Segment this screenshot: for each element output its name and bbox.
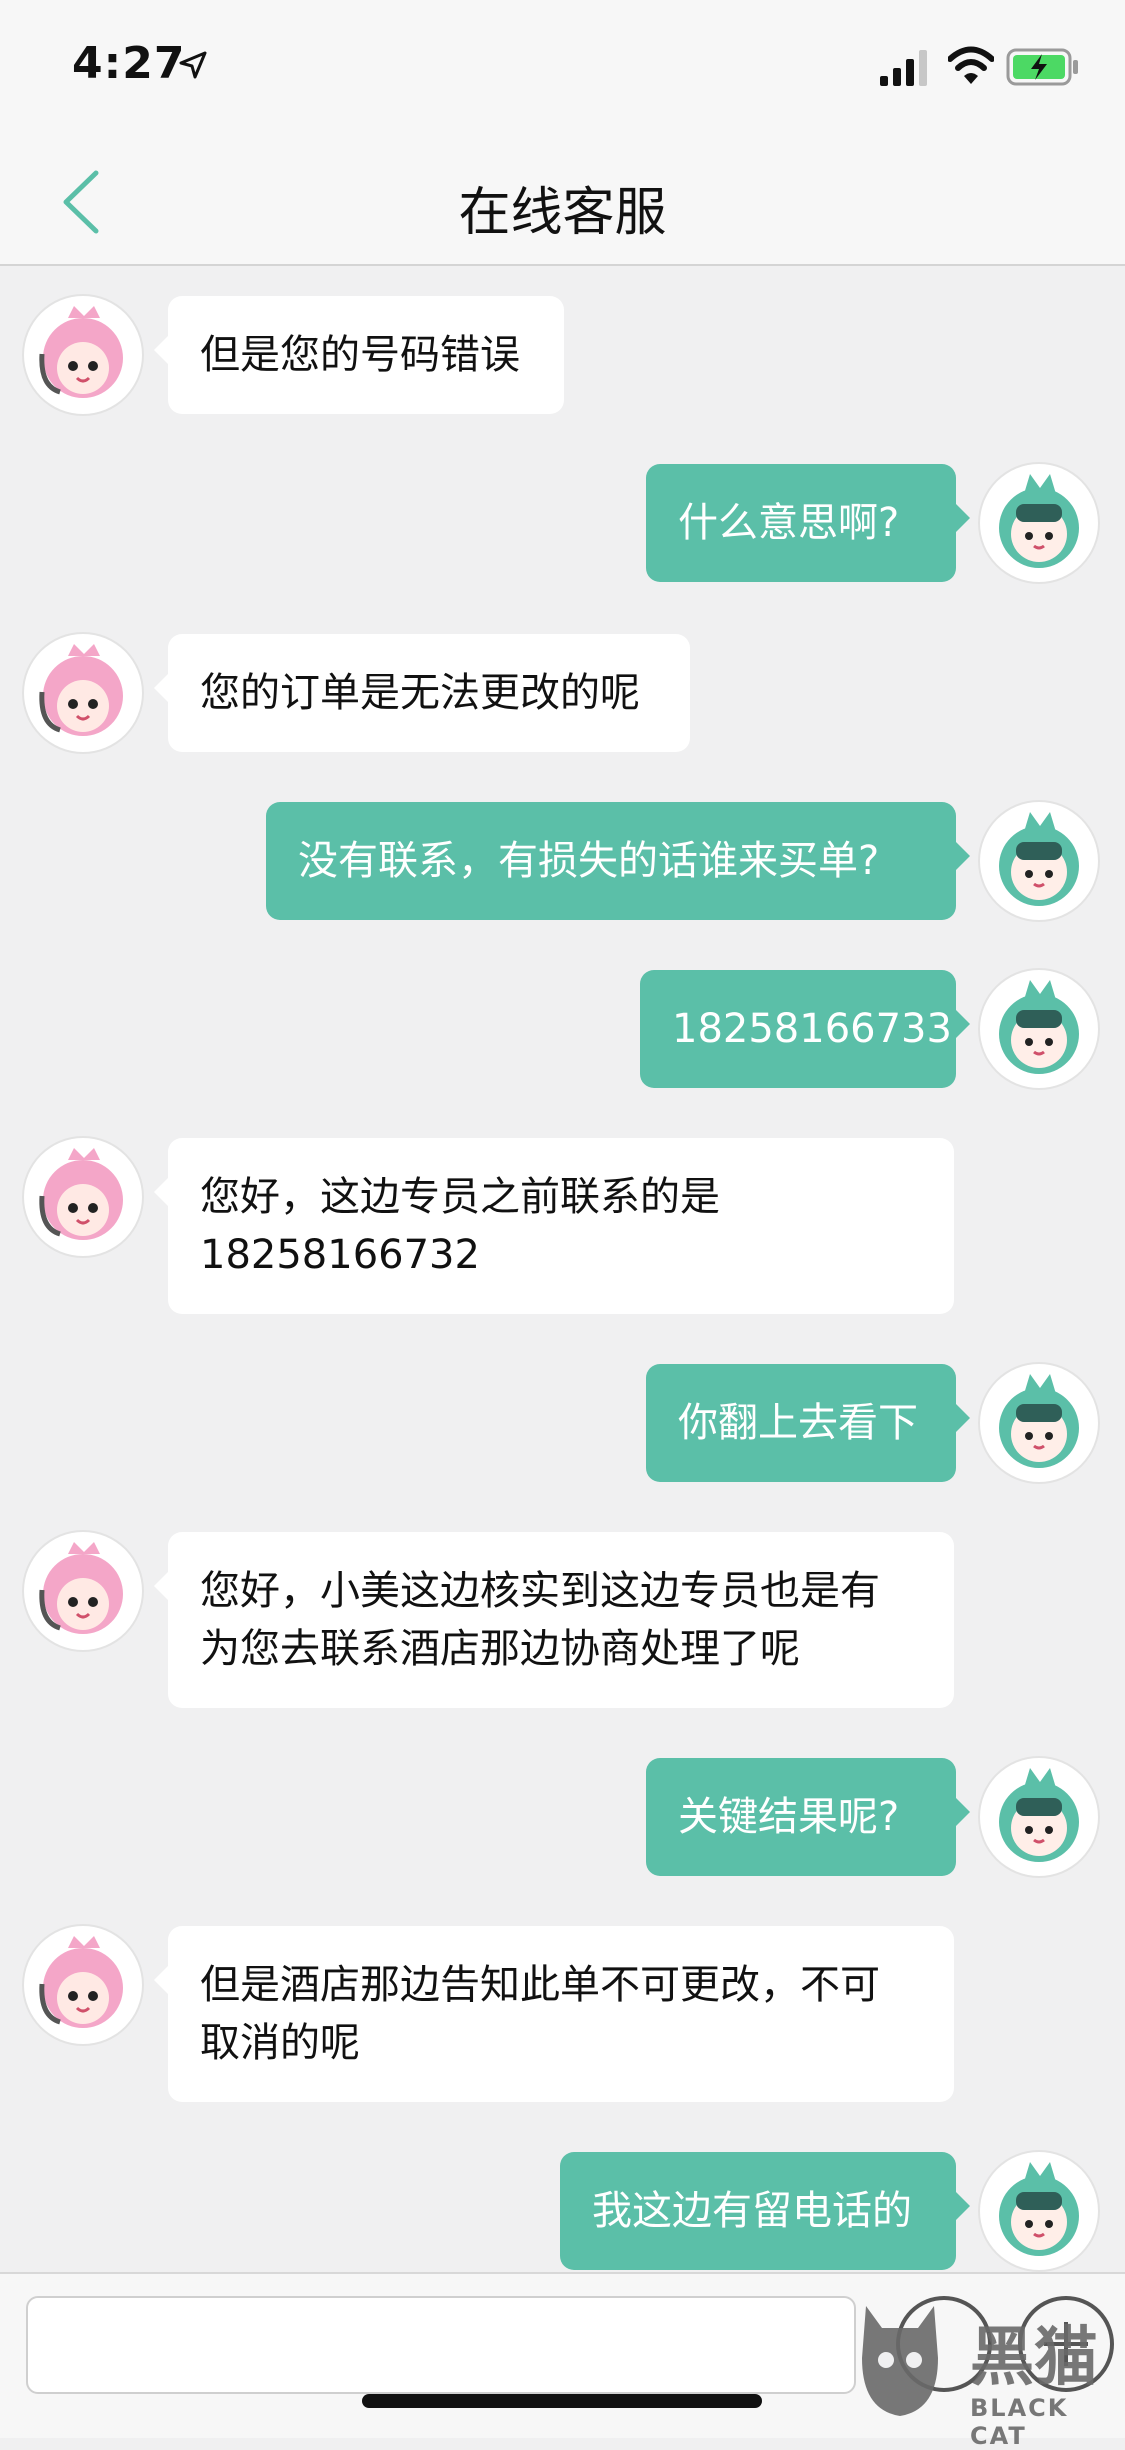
message-text-line: 我这边有留电话的 xyxy=(592,2188,912,2234)
user-avatar-icon[interactable] xyxy=(980,970,1098,1088)
message-text-line: 你翻上去看下 xyxy=(678,1400,918,1446)
user-message-bubble[interactable]: 没有联系，有损失的话谁来买单? xyxy=(266,802,970,920)
agent-message-bubble[interactable]: 但是酒店那边告知此单不可更改，不可 取消的呢 xyxy=(154,1926,954,2102)
location-arrow-icon xyxy=(179,51,207,79)
user-avatar-icon[interactable] xyxy=(980,464,1098,582)
watermark-sub: BLACK CAT xyxy=(970,2394,1069,2450)
user-message-bubble[interactable]: 你翻上去看下 xyxy=(646,1364,970,1482)
agent-avatar-icon[interactable] xyxy=(24,1926,142,2044)
user-avatar-icon[interactable] xyxy=(980,1364,1098,1482)
watermark-logo: 黑猫 BLACK CAT xyxy=(852,2298,1122,2450)
user-message-bubble[interactable]: 我这边有留电话的 xyxy=(560,2152,970,2270)
wifi-icon xyxy=(948,46,994,84)
agent-avatar-icon[interactable] xyxy=(24,634,142,752)
message-text-line: 您的订单是无法更改的呢 xyxy=(200,670,640,716)
page-title: 在线客服 xyxy=(458,183,667,243)
user-message-bubble[interactable]: 什么意思啊? xyxy=(646,464,970,582)
message-text-line: 您好，这边专员之前联系的是 xyxy=(200,1174,720,1220)
message-text-line: 为您去联系酒店那边协商处理了呢 xyxy=(200,1626,800,1672)
home-indicator xyxy=(362,2394,762,2408)
message-text-line: 您好，小美这边核实到这边专员也是有 xyxy=(200,1568,880,1614)
battery-charging-icon xyxy=(1006,48,1078,86)
message-text-line: 但是酒店那边告知此单不可更改，不可 xyxy=(200,1962,880,2008)
agent-avatar-icon[interactable] xyxy=(24,296,142,414)
status-time: 4:27 xyxy=(72,38,186,89)
black-cat-logo-icon xyxy=(862,2306,938,2416)
nav-bar: 在线客服 xyxy=(0,140,1125,266)
message-text-line: 没有联系，有损失的话谁来买单? xyxy=(298,838,880,884)
user-message-bubble[interactable]: 关键结果呢? xyxy=(646,1758,970,1876)
message-text-line: 18258166733 xyxy=(672,1006,952,1052)
user-avatar-icon[interactable] xyxy=(980,1758,1098,1876)
message-text-line: 18258166732 xyxy=(200,1232,480,1278)
message-text-line: 但是您的号码错误 xyxy=(200,332,520,378)
message-text-line: 关键结果呢? xyxy=(678,1794,900,1840)
agent-avatar-icon[interactable] xyxy=(24,1138,142,1256)
message-input[interactable] xyxy=(26,2296,856,2394)
watermark-text: 黑猫 xyxy=(970,2321,1098,2395)
user-message-bubble[interactable]: 18258166733 xyxy=(640,970,970,1088)
agent-message-bubble[interactable]: 您好，这边专员之前联系的是 18258166732 xyxy=(154,1138,954,1314)
message-text-line: 什么意思啊? xyxy=(678,500,900,546)
status-bar: 4:27 xyxy=(0,0,1125,140)
user-avatar-icon[interactable] xyxy=(980,802,1098,920)
user-avatar-icon[interactable] xyxy=(980,2152,1098,2270)
message-text-line: 取消的呢 xyxy=(200,2020,360,2066)
agent-avatar-icon[interactable] xyxy=(24,1532,142,1650)
cellular-signal-icon xyxy=(880,50,927,86)
agent-message-bubble[interactable]: 您的订单是无法更改的呢 xyxy=(154,634,690,752)
agent-message-bubble[interactable]: 但是您的号码错误 xyxy=(154,296,564,414)
agent-message-bubble[interactable]: 您好，小美这边核实到这边专员也是有 为您去联系酒店那边协商处理了呢 xyxy=(154,1532,954,1708)
